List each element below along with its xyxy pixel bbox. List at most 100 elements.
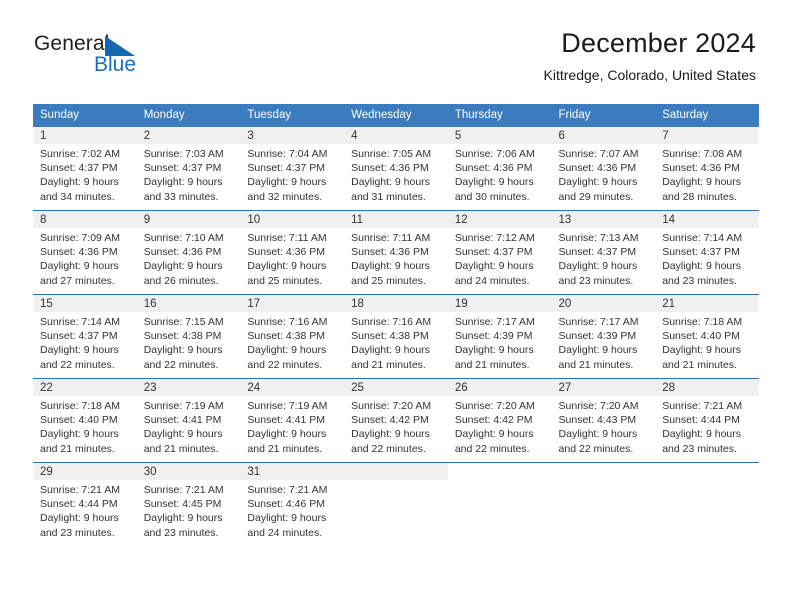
day-info: Sunrise: 7:09 AM Sunset: 4:36 PM Dayligh…	[33, 228, 137, 288]
day-cell[interactable]: 6 Sunrise: 7:07 AM Sunset: 4:36 PM Dayli…	[551, 127, 656, 211]
day-number: 2	[136, 127, 241, 144]
sunrise-text: Sunrise: 7:14 AM	[662, 232, 743, 244]
general-blue-logo[interactable]: General Blue	[34, 32, 204, 80]
day-cell[interactable]: 15 Sunrise: 7:14 AM Sunset: 4:37 PM Dayl…	[33, 294, 137, 379]
daylight-text-line1: Daylight: 9 hours	[247, 176, 327, 189]
day-cell[interactable]: 30 Sunrise: 7:21 AM Sunset: 4:45 PM Dayl…	[136, 462, 241, 546]
sunrise-text: Sunrise: 7:21 AM	[247, 484, 328, 496]
day-cell[interactable]: 29 Sunrise: 7:21 AM Sunset: 4:44 PM Dayl…	[33, 462, 137, 546]
day-cell[interactable]: 21 Sunrise: 7:18 AM Sunset: 4:40 PM Dayl…	[655, 294, 759, 379]
sunset-text: Sunset: 4:37 PM	[40, 330, 118, 343]
day-cell[interactable]: 5 Sunrise: 7:06 AM Sunset: 4:36 PM Dayli…	[447, 127, 552, 211]
day-cell[interactable]: 26 Sunrise: 7:20 AM Sunset: 4:42 PM Dayl…	[447, 378, 552, 463]
sunrise-text: Sunrise: 7:04 AM	[247, 148, 328, 160]
day-cell[interactable]: 2 Sunrise: 7:03 AM Sunset: 4:37 PM Dayli…	[136, 127, 241, 211]
day-number: 24	[240, 379, 345, 396]
day-cell[interactable]: 9 Sunrise: 7:10 AM Sunset: 4:36 PM Dayli…	[136, 210, 241, 295]
daylight-text-line1: Daylight: 9 hours	[40, 260, 119, 273]
day-cell[interactable]: 7 Sunrise: 7:08 AM Sunset: 4:36 PM Dayli…	[655, 127, 759, 211]
sunrise-text: Sunrise: 7:21 AM	[662, 400, 743, 412]
day-number: 22	[33, 379, 137, 396]
daylight-text-line2: and 22 minutes.	[558, 442, 634, 455]
daylight-text-line2: and 21 minutes.	[454, 358, 530, 371]
day-cell[interactable]: 25 Sunrise: 7:20 AM Sunset: 4:42 PM Dayl…	[344, 378, 448, 463]
day-number: 7	[655, 127, 759, 144]
weekday-header-saturday: Saturday	[655, 104, 759, 127]
day-cell[interactable]: 1 Sunrise: 7:02 AM Sunset: 4:37 PM Dayli…	[33, 127, 137, 211]
weekday-header-thursday: Thursday	[447, 104, 552, 127]
day-cell-empty	[344, 462, 448, 546]
day-cell[interactable]: 12 Sunrise: 7:12 AM Sunset: 4:37 PM Dayl…	[447, 210, 552, 295]
day-cell[interactable]: 28 Sunrise: 7:21 AM Sunset: 4:44 PM Dayl…	[655, 378, 759, 463]
daylight-text-line1: Daylight: 9 hours	[558, 176, 638, 189]
sunset-text: Sunset: 4:36 PM	[351, 246, 429, 259]
day-number: 19	[447, 295, 552, 312]
day-cell[interactable]: 10 Sunrise: 7:11 AM Sunset: 4:36 PM Dayl…	[240, 210, 345, 295]
day-info: Sunrise: 7:19 AM Sunset: 4:41 PM Dayligh…	[240, 396, 344, 456]
sunrise-text: Sunrise: 7:20 AM	[454, 400, 535, 412]
daylight-text-line2: and 22 minutes.	[143, 358, 219, 371]
sunrise-text: Sunrise: 7:20 AM	[351, 400, 432, 412]
daylight-text-line2: and 25 minutes.	[351, 274, 426, 287]
day-cell[interactable]: 27 Sunrise: 7:20 AM Sunset: 4:43 PM Dayl…	[551, 378, 656, 463]
day-number: 10	[240, 211, 345, 228]
day-cell[interactable]: 19 Sunrise: 7:17 AM Sunset: 4:39 PM Dayl…	[447, 294, 552, 379]
daylight-text-line2: and 23 minutes.	[662, 442, 737, 455]
sunset-text: Sunset: 4:37 PM	[143, 162, 222, 175]
day-cell[interactable]: 18 Sunrise: 7:16 AM Sunset: 4:38 PM Dayl…	[344, 294, 448, 379]
daylight-text-line1: Daylight: 9 hours	[351, 428, 430, 441]
day-info: Sunrise: 7:18 AM Sunset: 4:40 PM Dayligh…	[655, 312, 759, 372]
day-cell[interactable]: 8 Sunrise: 7:09 AM Sunset: 4:36 PM Dayli…	[33, 210, 137, 295]
sunset-text: Sunset: 4:36 PM	[143, 246, 222, 259]
day-number: 30	[136, 463, 241, 480]
daylight-text-line2: and 22 minutes.	[247, 358, 323, 371]
sunrise-text: Sunrise: 7:16 AM	[351, 316, 432, 328]
day-cell[interactable]: 23 Sunrise: 7:19 AM Sunset: 4:41 PM Dayl…	[136, 378, 241, 463]
day-cell[interactable]: 31 Sunrise: 7:21 AM Sunset: 4:46 PM Dayl…	[240, 462, 345, 546]
weekday-header-tuesday: Tuesday	[240, 104, 345, 127]
day-cell[interactable]: 3 Sunrise: 7:04 AM Sunset: 4:37 PM Dayli…	[240, 127, 345, 211]
day-cell[interactable]: 22 Sunrise: 7:18 AM Sunset: 4:40 PM Dayl…	[33, 378, 137, 463]
day-cell[interactable]: 13 Sunrise: 7:13 AM Sunset: 4:37 PM Dayl…	[551, 210, 656, 295]
day-info: Sunrise: 7:19 AM Sunset: 4:41 PM Dayligh…	[137, 396, 241, 456]
day-cell[interactable]: 14 Sunrise: 7:14 AM Sunset: 4:37 PM Dayl…	[655, 210, 759, 295]
day-cell[interactable]: 4 Sunrise: 7:05 AM Sunset: 4:36 PM Dayli…	[344, 127, 448, 211]
day-info: Sunrise: 7:14 AM Sunset: 4:37 PM Dayligh…	[655, 228, 759, 288]
day-cell[interactable]: 20 Sunrise: 7:17 AM Sunset: 4:39 PM Dayl…	[551, 294, 656, 379]
day-number: 1	[33, 127, 137, 144]
day-info: Sunrise: 7:02 AM Sunset: 4:37 PM Dayligh…	[33, 144, 137, 204]
daylight-text-line1: Daylight: 9 hours	[247, 512, 327, 525]
sunset-text: Sunset: 4:38 PM	[351, 330, 429, 343]
day-cell[interactable]: 17 Sunrise: 7:16 AM Sunset: 4:38 PM Dayl…	[240, 294, 345, 379]
sunset-text: Sunset: 4:44 PM	[662, 414, 740, 427]
sunset-text: Sunset: 4:42 PM	[454, 414, 533, 427]
day-info: Sunrise: 7:20 AM Sunset: 4:43 PM Dayligh…	[552, 396, 656, 456]
daylight-text-line1: Daylight: 9 hours	[143, 176, 223, 189]
daylight-text-line1: Daylight: 9 hours	[558, 428, 638, 441]
sunrise-text: Sunrise: 7:10 AM	[143, 232, 224, 244]
day-cell[interactable]: 11 Sunrise: 7:11 AM Sunset: 4:36 PM Dayl…	[344, 210, 448, 295]
daylight-text-line1: Daylight: 9 hours	[558, 260, 638, 273]
sunset-text: Sunset: 4:36 PM	[558, 162, 637, 175]
day-number: 15	[33, 295, 137, 312]
day-info: Sunrise: 7:13 AM Sunset: 4:37 PM Dayligh…	[552, 228, 656, 288]
sunset-text: Sunset: 4:40 PM	[40, 414, 118, 427]
week-row: 22 Sunrise: 7:18 AM Sunset: 4:40 PM Dayl…	[33, 378, 759, 463]
day-cell-empty	[655, 462, 759, 546]
sunrise-text: Sunrise: 7:14 AM	[40, 316, 120, 328]
day-cell[interactable]: 16 Sunrise: 7:15 AM Sunset: 4:38 PM Dayl…	[136, 294, 241, 379]
sunrise-text: Sunrise: 7:15 AM	[143, 316, 224, 328]
daylight-text-line1: Daylight: 9 hours	[454, 344, 534, 357]
daylight-text-line1: Daylight: 9 hours	[247, 260, 327, 273]
sunrise-text: Sunrise: 7:09 AM	[40, 232, 120, 244]
daylight-text-line2: and 24 minutes.	[454, 274, 530, 287]
sunset-text: Sunset: 4:40 PM	[662, 330, 740, 343]
sunrise-text: Sunrise: 7:16 AM	[247, 316, 328, 328]
daylight-text-line2: and 21 minutes.	[40, 442, 115, 455]
sunrise-text: Sunrise: 7:02 AM	[40, 148, 120, 160]
day-cell[interactable]: 24 Sunrise: 7:19 AM Sunset: 4:41 PM Dayl…	[240, 378, 345, 463]
daylight-text-line1: Daylight: 9 hours	[662, 260, 742, 273]
day-number: 26	[447, 379, 552, 396]
day-info: Sunrise: 7:18 AM Sunset: 4:40 PM Dayligh…	[33, 396, 137, 456]
sunrise-text: Sunrise: 7:19 AM	[143, 400, 224, 412]
